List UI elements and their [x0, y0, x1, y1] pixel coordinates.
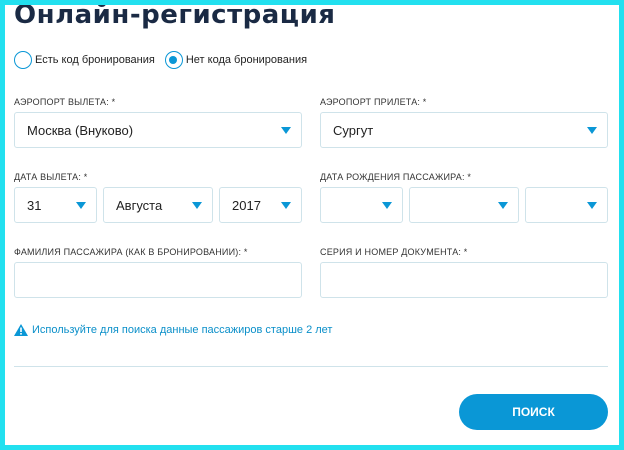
birth-date-label: ДАТА РОЖДЕНИЯ ПАССАЖИРА: *	[320, 172, 472, 182]
chevron-down-icon	[192, 201, 202, 209]
chevron-down-icon	[587, 126, 597, 134]
radio-label: Есть код бронирования	[35, 54, 155, 66]
departure-year-select[interactable]: 2017	[219, 187, 302, 223]
birth-year-select[interactable]	[525, 187, 608, 223]
warning-icon	[14, 324, 28, 336]
chevron-down-icon	[382, 201, 392, 209]
chevron-down-icon	[281, 201, 291, 209]
radio-no-booking-code[interactable]: Нет кода бронирования	[164, 51, 308, 69]
surname-input[interactable]	[14, 262, 302, 298]
chevron-down-icon	[281, 126, 291, 134]
chevron-down-icon	[587, 201, 597, 209]
birth-month-select[interactable]	[409, 187, 519, 223]
departure-year-value: 2017	[232, 197, 261, 213]
departure-airport-select[interactable]: Москва (Внуково)	[14, 112, 302, 148]
document-input[interactable]	[320, 262, 608, 298]
arrival-airport-label: АЭРОПОРТ ПРИЛЕТА: *	[320, 97, 427, 107]
departure-day-value: 31	[27, 197, 42, 213]
departure-airport-value: Москва (Внуково)	[27, 122, 134, 138]
radio-checked-icon[interactable]	[164, 51, 183, 69]
arrival-airport-select[interactable]: Сургут	[320, 112, 608, 148]
radio-has-booking-code[interactable]: Есть код бронирования	[14, 51, 155, 69]
departure-airport-label: АЭРОПОРТ ВЫЛЕТА: *	[14, 97, 116, 107]
arrival-airport-value: Сургут	[333, 122, 374, 138]
booking-code-radio-group: Есть код бронирования Нет кода бронирова…	[14, 50, 317, 70]
departure-date-label: ДАТА ВЫЛЕТА: *	[14, 172, 88, 182]
chevron-down-icon	[498, 201, 508, 209]
birth-day-select[interactable]	[320, 187, 403, 223]
age-note-text: Используйте для поиска данные пассажиров…	[32, 324, 333, 336]
departure-day-select[interactable]: 31	[14, 187, 97, 223]
surname-label: ФАМИЛИЯ ПАССАЖИРА (КАК В БРОНИРОВАНИИ): …	[14, 247, 248, 257]
chevron-down-icon	[76, 201, 86, 209]
age-note: Используйте для поиска данные пассажиров…	[14, 324, 332, 336]
radio-label: Нет кода бронирования	[185, 54, 308, 66]
document-label: СЕРИЯ И НОМЕР ДОКУМЕНТА: *	[320, 247, 468, 257]
departure-month-select[interactable]: Августа	[103, 187, 213, 223]
radio-circle-icon[interactable]	[14, 51, 32, 69]
divider	[14, 366, 608, 367]
page-title: Онлайн-регистрация	[14, 0, 336, 30]
search-button[interactable]: ПОИСК	[459, 394, 608, 430]
departure-month-value: Августа	[116, 197, 163, 213]
